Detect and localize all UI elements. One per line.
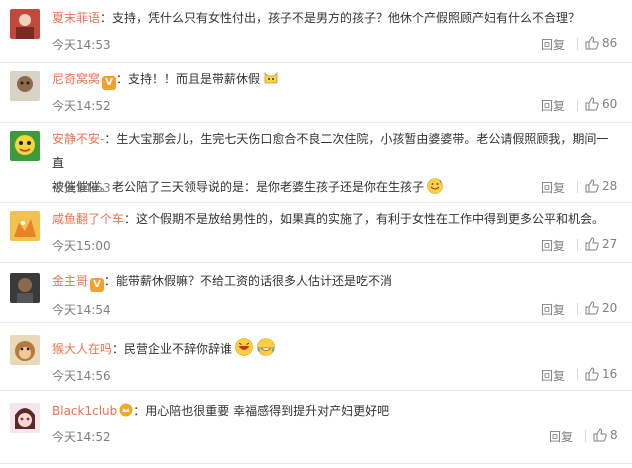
sweat-smile-emoji-icon	[427, 178, 443, 194]
avatar[interactable]	[10, 403, 40, 433]
comment-item: 咸鱼翻了个车：这个假期不是放给男性的，如果真的实施了，有利于女性在工作中得到更多…	[0, 203, 632, 263]
like-count: 20	[602, 301, 618, 315]
comment-item: Black1club ：用心陪也很重要 幸福感得到提升对产妇更好吧 今天14:52…	[0, 391, 632, 468]
avatar[interactable]	[10, 211, 40, 241]
reply-button[interactable]: 回复	[541, 97, 565, 114]
comment-text: 咸鱼翻了个车：这个假期不是放给男性的，如果真的实施了，有利于女性在工作中得到更多…	[52, 212, 605, 226]
thumbs-up-icon	[585, 179, 599, 193]
reply-button[interactable]: 回复	[541, 36, 565, 53]
comment-text: 安静不安-：生大宝那会儿，生完七天伤口愈合不良二次住院，小孩暂由婆婆带。老公请假…	[52, 132, 609, 194]
username-link[interactable]: 夏末菲语	[52, 11, 100, 25]
reply-button[interactable]: 回复	[549, 428, 573, 445]
like-count: 16	[602, 367, 618, 381]
username-link[interactable]: 安静不安-	[52, 132, 104, 146]
like-count: 8	[610, 428, 618, 442]
like-count: 27	[602, 237, 618, 251]
timestamp: 今天14:53	[52, 38, 111, 52]
username-link[interactable]: 金主哥	[52, 274, 88, 288]
crying-laughing-emoji-icon	[257, 338, 275, 356]
like-count: 60	[602, 97, 618, 111]
like-button[interactable]: 27	[585, 237, 617, 251]
like-button[interactable]: 28	[585, 179, 617, 193]
comment-text: 夏末菲语：支持，凭什么只有女性付出，孩子不是男方的孩子？他休个产假照顾产妇有什么…	[52, 11, 581, 25]
cat-emoji-icon	[264, 72, 278, 84]
comment-body: 生大宝那会儿，生完七天伤口愈合不良二次住院，小孩暂由婆婆带。老公请假照顾我，期间…	[52, 132, 609, 170]
comment-text: 尼奇窝窝 V ：支持！！而且是带薪休假	[52, 67, 618, 91]
vip-badge-icon: V	[90, 278, 105, 292]
timestamp: 今天14:54	[52, 303, 111, 317]
comment-text: 猴大人在吗：民营企业不辞你辞谁	[52, 337, 618, 361]
thumbs-up-icon	[593, 428, 607, 442]
avatar[interactable]	[10, 131, 40, 161]
like-button[interactable]: 20	[585, 301, 617, 315]
comment-item: 尼奇窝窝 V ：支持！！而且是带薪休假 今天14:52 回复 60	[0, 63, 632, 123]
timestamp: 今天14:56	[52, 369, 111, 383]
like-button[interactable]: 8	[593, 428, 618, 442]
username-link[interactable]: 咸鱼翻了个车	[52, 212, 124, 226]
vip-badge-icon: V	[102, 76, 117, 90]
thumbs-up-icon	[585, 367, 599, 381]
like-count: 28	[602, 179, 618, 193]
reply-button[interactable]: 回复	[541, 367, 565, 384]
avatar[interactable]	[10, 71, 40, 101]
like-button[interactable]: 16	[585, 367, 617, 381]
thumbs-up-icon	[585, 301, 599, 315]
comment-body: 支持，凭什么只有女性付出，孩子不是男方的孩子？他休个产假照顾产妇有什么不合理？	[112, 11, 581, 25]
reply-button[interactable]: 回复	[541, 301, 565, 318]
thumbs-up-icon	[585, 36, 599, 50]
timestamp: 今天14:53	[52, 181, 111, 195]
avatar[interactable]	[10, 335, 40, 365]
thumbs-up-icon	[585, 97, 599, 111]
comment-body: 用心陪也很重要 幸福感得到提升对产妇更好吧	[145, 404, 390, 418]
laughing-emoji-icon	[235, 338, 253, 356]
reply-button[interactable]: 回复	[541, 237, 565, 254]
comment-body: 支持！！而且是带薪休假	[128, 72, 261, 86]
like-button[interactable]: 60	[585, 97, 617, 111]
comment-body: 能带薪休假嘛？不给工资的话很多人估计还是吃不消	[116, 274, 393, 288]
comment-item: 金主哥 V ：能带薪休假嘛？不给工资的话很多人估计还是吃不消 今天14:54 回复 …	[0, 263, 632, 323]
comment-item: 猴大人在吗：民营企业不辞你辞谁 今天14:56 回复 16	[0, 323, 632, 391]
username-link[interactable]: Black1club	[52, 404, 117, 418]
like-button[interactable]: 86	[585, 36, 617, 50]
comment-text: 金主哥 V ：能带薪休假嘛？不给工资的话很多人估计还是吃不消	[52, 274, 393, 292]
vip-crown-icon	[119, 403, 133, 417]
timestamp: 今天15:00	[52, 239, 111, 253]
avatar[interactable]	[10, 273, 40, 303]
username-link[interactable]: 猴大人在吗	[52, 342, 112, 356]
reply-button[interactable]: 回复	[541, 179, 565, 196]
thumbs-up-icon	[585, 237, 599, 251]
comment-body: 民营企业不辞你辞谁	[124, 342, 233, 356]
timestamp: 今天14:52	[52, 99, 111, 113]
username-link[interactable]: 尼奇窝窝	[52, 72, 100, 86]
comment-item: 夏末菲语：支持，凭什么只有女性付出，孩子不是男方的孩子？他休个产假照顾产妇有什么…	[0, 0, 632, 63]
comment-body: 这个假期不是放给男性的，如果真的实施了，有利于女性在工作中得到更多公平和机会。	[136, 212, 605, 226]
comment-item: 安静不安-：生大宝那会儿，生完七天伤口愈合不良二次住院，小孩暂由婆婆带。老公请假…	[0, 123, 632, 203]
timestamp: 今天14:52	[52, 430, 111, 444]
bottom-divider	[0, 463, 632, 464]
like-count: 86	[602, 36, 618, 50]
comment-text: Black1club ：用心陪也很重要 幸福感得到提升对产妇更好吧	[52, 403, 390, 418]
avatar[interactable]	[10, 9, 40, 39]
